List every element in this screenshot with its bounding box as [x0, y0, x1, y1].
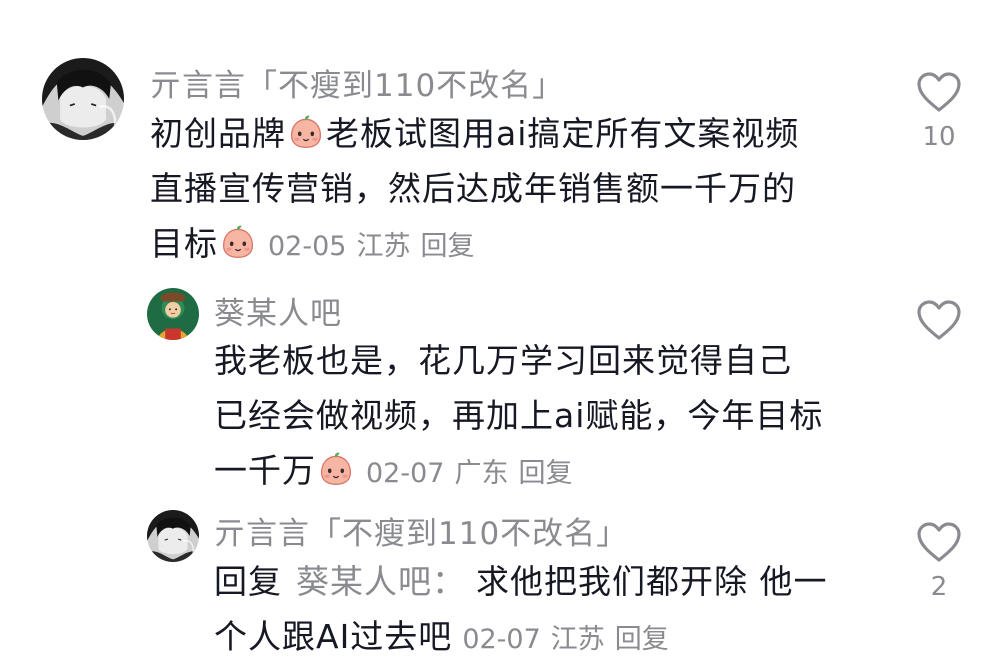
comment-text-line: 一千万 [214, 451, 316, 490]
green-cartoon-avatar-icon [147, 288, 199, 340]
emoji-face-icon [220, 224, 256, 260]
reply-button[interactable]: 回复 [420, 231, 474, 262]
comment-username[interactable]: 亓言言「不瘦到110不改名」 [214, 508, 628, 553]
dark-portrait-avatar-icon [147, 510, 199, 562]
user-avatar[interactable] [147, 510, 199, 562]
dark-portrait-avatar-icon [42, 58, 124, 140]
reply-button[interactable]: 回复 [518, 458, 572, 489]
comment-meta: 02-07 广东 回复 [366, 458, 582, 489]
comment-username[interactable]: 葵某人吧 [214, 288, 342, 333]
comment-text-line: 我老板也是，花几万学习回来觉得自己 [214, 341, 792, 380]
emoji-face-icon [288, 114, 324, 150]
comment-date: 02-05 [268, 231, 347, 262]
comment-body: 我老板也是，花几万学习回来觉得自己 已经会做视频，再加上ai赋能，今年目标 一千… [214, 333, 823, 501]
reply-target-username[interactable]: 葵某人吧： [296, 562, 466, 601]
comment-text-line: 已经会做视频，再加上ai赋能，今年目标 [214, 396, 824, 435]
comment-username[interactable]: 亓言言「不瘦到110不改名」 [150, 60, 564, 105]
comment-text-line: 初创品牌 [150, 114, 286, 153]
comment-meta: 02-05 江苏 回复 [268, 231, 484, 262]
comment-text-line: 目标 [150, 224, 218, 263]
like-button[interactable]: 2 [909, 520, 969, 602]
heart-icon [915, 520, 963, 564]
comment-date: 02-07 [366, 458, 445, 489]
comment-body: 初创品牌 老板试图用ai搞定所有文案视频 直播宣传营销，然后达成年销售额一千万的 … [150, 106, 799, 274]
like-count: 2 [930, 572, 948, 602]
heart-icon [915, 298, 963, 342]
emoji-face-icon [318, 451, 354, 487]
reply-button[interactable]: 回复 [615, 624, 669, 655]
like-count: 10 [922, 122, 956, 152]
comment-text-line: 直播宣传营销，然后达成年销售额一千万的 [150, 169, 796, 208]
comment-date: 02-07 [462, 624, 541, 655]
heart-icon [915, 70, 963, 114]
comment-text-line: 求他把我们都开除 他一 [476, 562, 828, 601]
user-avatar[interactable] [147, 288, 199, 340]
like-button[interactable]: 10 [909, 70, 969, 152]
user-avatar[interactable] [42, 58, 124, 140]
like-button[interactable] [909, 298, 969, 350]
comment-body: 回复 葵某人吧： 求他把我们都开除 他一 个人跟AI过去吧 02-07 江苏 回复 [214, 554, 828, 667]
comment-location: 江苏 [550, 624, 605, 655]
comment-location: 江苏 [356, 231, 411, 262]
comment-text-line: 老板试图用ai搞定所有文案视频 [326, 114, 800, 153]
reply-prefix: 回复 [214, 562, 282, 601]
comment-location: 广东 [454, 458, 509, 489]
comment-text-line: 个人跟AI过去吧 [214, 617, 453, 656]
comment-meta: 02-07 江苏 回复 [462, 624, 678, 655]
